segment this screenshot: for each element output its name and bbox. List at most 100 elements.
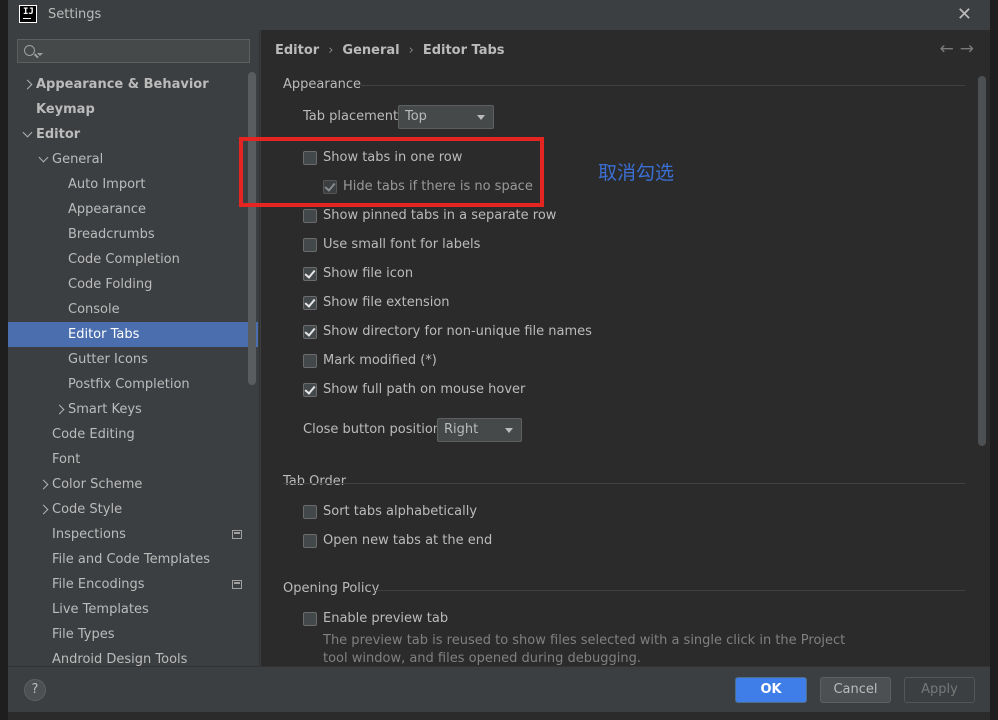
tree-item-label: Code Completion [68,252,180,267]
tree-item-appearance[interactable]: Appearance [8,197,258,222]
tree-item-live-templates[interactable]: Live Templates [8,597,258,622]
tree-item-file-encodings[interactable]: File Encodings [8,572,258,597]
intellij-logo-icon: IJ [19,5,37,23]
checkbox-label: Show file extension [323,295,450,310]
tree-item-code-style[interactable]: Code Style [8,497,258,522]
ok-button[interactable]: OK [735,677,807,703]
close-button-position-select[interactable]: Right [437,418,522,442]
chevron-down-icon[interactable] [38,147,50,172]
section-opening-policy-title: Opening Policy [283,581,380,596]
help-button[interactable]: ? [24,679,46,701]
tree-item-label: Color Scheme [52,477,143,492]
tree-item-label: File Encodings [52,577,145,592]
content-scrollbar[interactable] [978,76,986,446]
tree-item-label: General [52,152,104,167]
chevron-right-icon[interactable] [54,397,66,422]
chevron-down-icon [505,428,513,433]
cancel-button[interactable]: Cancel [820,677,891,703]
checkbox-box[interactable] [303,267,317,281]
section-divider [361,85,965,86]
forward-arrow-icon[interactable]: → [960,39,980,59]
tree-item-label: Auto Import [68,177,146,192]
search-input[interactable] [17,39,250,63]
tree-item-console[interactable]: Console [8,297,258,322]
tree-item-label: Smart Keys [68,402,142,417]
chevron-right-icon[interactable] [38,472,50,497]
dialog-button-bar: ? OK Cancel Apply [8,666,990,712]
tree-item-label: Gutter Icons [68,352,148,367]
tree-item-code-completion[interactable]: Code Completion [8,247,258,272]
tree-item-breadcrumbs[interactable]: Breadcrumbs [8,222,258,247]
chevron-right-icon[interactable] [22,72,34,97]
checkbox-box[interactable] [303,296,317,310]
checkbox-label: Show full path on mouse hover [323,382,526,397]
tree-item-code-folding[interactable]: Code Folding [8,272,258,297]
tree-item-label: Code Editing [52,427,135,442]
project-scope-icon [232,580,242,589]
checkbox-box[interactable] [303,383,317,397]
close-button-position-label: Close button position: [303,422,446,437]
chevron-down-icon[interactable] [22,122,34,147]
breadcrumb-general: General [342,43,400,58]
tree-scrollbar[interactable] [248,72,256,385]
tree-item-font[interactable]: Font [8,447,258,472]
tree-item-label: File Types [52,627,115,642]
tree-item-label: Live Templates [52,602,149,617]
tree-item-code-editing[interactable]: Code Editing [8,422,258,447]
tree-item-general[interactable]: General [8,147,258,172]
preview-tab-description: The preview tab is reused to show files … [323,632,845,666]
checkbox-box[interactable] [303,209,317,223]
checkbox-box[interactable] [303,238,317,252]
tree-item-keymap[interactable]: Keymap [8,97,258,122]
settings-tree: Appearance & Behavior Keymap Editor General… [8,72,258,666]
title-bar[interactable]: IJ Settings ✕ [8,0,990,30]
settings-dialog: IJ Settings ✕ Appearance & Behavior Keyma… [8,0,990,712]
section-divider [375,590,965,591]
tree-item-inspections[interactable]: Inspections [8,522,258,547]
tree-item-label: Editor Tabs [68,327,140,342]
settings-tree-pane: Appearance & Behavior Keymap Editor General… [8,30,260,666]
checkbox-label: Show file icon [323,266,414,281]
checkbox-box[interactable] [303,325,317,339]
chevron-down-icon [37,53,43,56]
checkbox-label: Enable preview tab [323,611,449,626]
chevron-right-icon[interactable] [38,497,50,522]
tab-placement-value: Top [405,109,427,124]
chevron-down-icon [477,115,485,120]
checkbox-box[interactable] [303,612,317,626]
annotation-text: 取消勾选 [598,162,675,184]
tree-item-gutter-icons[interactable]: Gutter Icons [8,347,258,372]
tree-item-label: Postfix Completion [68,377,190,392]
tree-item-file-and-code-templates[interactable]: File and Code Templates [8,547,258,572]
window-title: Settings [48,7,102,22]
checkbox-box[interactable] [303,354,317,368]
tree-item-postfix-completion[interactable]: Postfix Completion [8,372,258,397]
tree-item-appearance-behavior[interactable]: Appearance & Behavior [8,72,258,97]
tree-item-editor[interactable]: Editor [8,122,258,147]
tree-item-editor-tabs[interactable]: Editor Tabs [8,322,258,347]
checkbox-box[interactable] [303,505,317,519]
preview-desc-line: The preview tab is reused to show files … [323,633,846,648]
checkbox-label: Mark modified (*) [323,353,437,368]
tree-item-label: Font [52,452,81,467]
tree-item-smart-keys[interactable]: Smart Keys [8,397,258,422]
background-window-edge-right [990,0,998,720]
checkbox-box[interactable] [303,534,317,548]
tree-item-label: Appearance [68,202,147,217]
tree-item-android-design-tools[interactable]: Android Design Tools [8,647,258,666]
tree-item-auto-import[interactable]: Auto Import [8,172,258,197]
tree-item-label: Code Style [52,502,123,517]
back-arrow-icon[interactable]: ← [940,39,960,59]
tree-item-file-types[interactable]: File Types [8,622,258,647]
close-button-position-value: Right [444,422,479,437]
tab-placement-row: Tab placement: [303,107,403,127]
tree-item-label: Console [68,302,120,317]
close-icon[interactable]: ✕ [957,4,972,25]
tree-item-color-scheme[interactable]: Color Scheme [8,472,258,497]
tab-placement-select[interactable]: Top [398,105,494,129]
checkbox-label: Show directory for non-unique file names [323,324,592,339]
breadcrumb-editor-tabs: Editor Tabs [422,43,505,58]
checkbox-label: Use small font for labels [323,237,481,252]
preview-desc-line: tool window, and files opened during deb… [323,651,642,666]
apply-button[interactable]: Apply [904,677,975,703]
